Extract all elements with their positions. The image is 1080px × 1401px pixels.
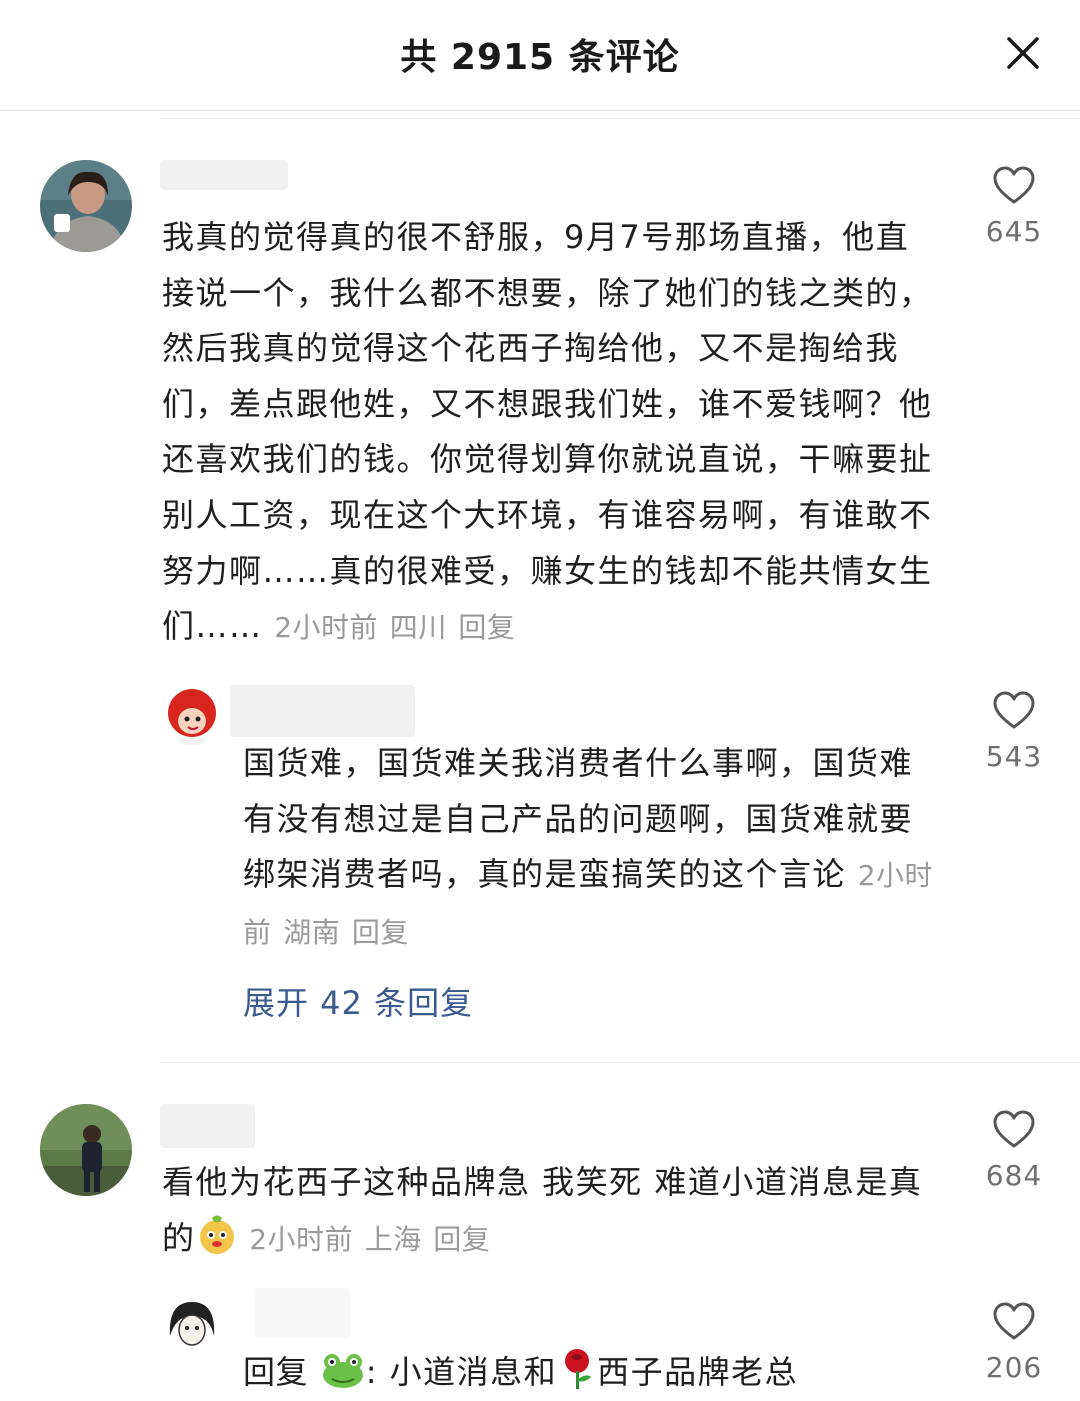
frog-emoji-icon	[322, 1354, 363, 1388]
divider	[160, 118, 1080, 119]
comment-location: 湖南	[283, 915, 341, 949]
avatar[interactable]	[40, 1104, 132, 1196]
comment-body: 我真的觉得真的很不舒服，9月7号那场直播，他直接说一个，我什么都不想要，除了她们…	[162, 218, 933, 646]
divider	[160, 1062, 1080, 1063]
expand-replies-button[interactable]: 展开 42 条回复	[243, 978, 473, 1024]
reply-body-end: 西子品牌老总	[597, 1353, 799, 1391]
username-blurred[interactable]	[160, 160, 288, 190]
comments-header: 共 2915 条评论	[0, 0, 1080, 110]
username-blurred[interactable]	[255, 1288, 350, 1338]
heart-icon	[993, 1110, 1035, 1148]
rose-emoji-icon	[565, 1349, 592, 1389]
reply-button[interactable]: 回复	[352, 916, 409, 949]
user-avatar-icon	[40, 1104, 132, 1196]
avatar[interactable]	[162, 685, 222, 745]
like-count: 206	[985, 1351, 1043, 1384]
like-button[interactable]: 543	[969, 690, 1059, 773]
like-button[interactable]: 206	[969, 1301, 1059, 1384]
header-divider	[0, 110, 1080, 111]
username-blurred[interactable]	[230, 685, 415, 737]
emoji-sticker-icon	[199, 1215, 234, 1254]
like-count: 645	[985, 215, 1043, 248]
comment-text: 我真的觉得真的很不舒服，9月7号那场直播，他直接说一个，我什么都不想要，除了她们…	[162, 210, 942, 656]
comment-location: 上海	[364, 1222, 422, 1256]
comment-location: 四川	[389, 611, 447, 645]
reply-body: : 小道消息和	[365, 1353, 558, 1391]
user-avatar-icon	[40, 160, 132, 252]
comment-time: 2小时前	[249, 1222, 354, 1256]
heart-icon	[993, 166, 1035, 204]
user-avatar-icon	[162, 685, 222, 745]
user-avatar-icon	[162, 1296, 222, 1356]
reply-button[interactable]: 回复	[433, 1223, 490, 1256]
like-button[interactable]: 645	[969, 165, 1059, 248]
avatar[interactable]	[162, 1296, 222, 1356]
comment-text: 国货难，国货难关我消费者什么事啊，国货难有没有想过是自己产品的问题啊，国货难就要…	[243, 736, 943, 960]
comment-time: 2小时前	[274, 611, 379, 645]
username-blurred[interactable]	[160, 1104, 255, 1148]
reply-button[interactable]: 回复	[458, 611, 515, 644]
comment-text: 看他为花西子这种品牌急 我笑死 难道小道消息是真的 2小时前 上海 回复	[162, 1155, 942, 1267]
comment-text: 回复 : 小道消息和 西子品牌老总	[243, 1345, 943, 1401]
like-button[interactable]: 684	[969, 1109, 1059, 1192]
close-icon[interactable]	[1004, 34, 1042, 72]
avatar[interactable]	[40, 160, 132, 252]
page-title: 共 2915 条评论	[400, 37, 680, 78]
like-count: 684	[985, 1159, 1043, 1192]
heart-icon	[993, 1302, 1035, 1340]
heart-icon	[993, 691, 1035, 729]
comment-body: 国货难，国货难关我消费者什么事啊，国货难有没有想过是自己产品的问题啊，国货难就要…	[243, 744, 914, 894]
reply-prefix: 回复	[243, 1353, 309, 1391]
like-count: 543	[985, 740, 1043, 773]
